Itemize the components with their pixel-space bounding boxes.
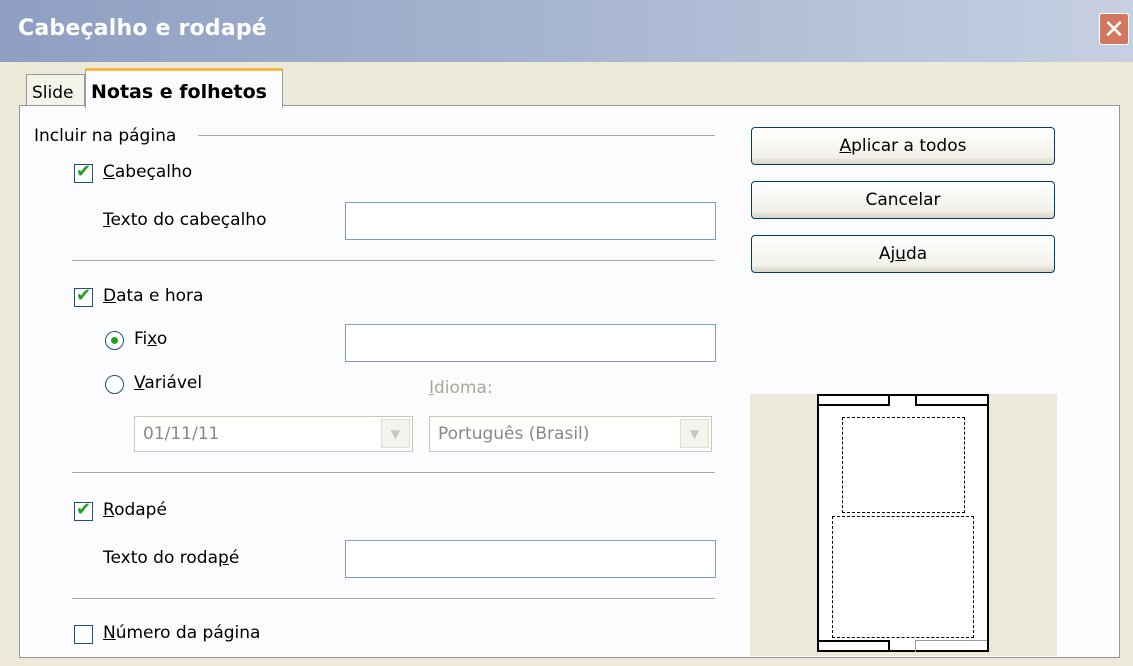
fixed-date-input[interactable]	[345, 324, 716, 362]
apply-to-all-button[interactable]: Aplicar a todos	[751, 127, 1055, 165]
date-format-value: 01/11/11	[143, 424, 220, 444]
language-value: Português (Brasil)	[438, 424, 590, 444]
language-select[interactable]: Português (Brasil) ▼	[429, 416, 712, 452]
footer-checkbox-label: Rodapé	[103, 500, 167, 520]
radio-dot-icon	[111, 337, 118, 344]
preview-header-right	[915, 396, 987, 406]
preview-footer-left	[819, 640, 890, 652]
chevron-down-icon[interactable]: ▼	[381, 419, 410, 448]
preview-header-left	[819, 396, 890, 406]
datetime-checkbox[interactable]: ✔	[74, 285, 93, 307]
tab-notes-handouts[interactable]: Notas e folhetos	[85, 68, 283, 108]
window-title: Cabeçalho e rodapé	[18, 16, 267, 41]
page-number-checkbox[interactable]	[74, 625, 93, 644]
tab-slide[interactable]: Slide	[26, 74, 85, 108]
header-text-label: Texto do cabeçalho	[103, 210, 267, 230]
fixed-radio-label: Fixo	[134, 329, 168, 349]
check-icon: ✔	[76, 499, 92, 520]
preview-page-number	[915, 640, 987, 652]
divider	[72, 472, 715, 474]
preview-notes-area	[832, 516, 974, 638]
cancel-button[interactable]: Cancelar	[751, 181, 1055, 219]
layout-preview	[750, 394, 1057, 656]
footer-text-input[interactable]	[345, 540, 716, 578]
divider	[72, 260, 715, 262]
chevron-down-icon[interactable]: ▼	[680, 419, 709, 448]
title-bar: Cabeçalho e rodapé ✕	[0, 0, 1133, 62]
close-icon[interactable]: ✕	[1099, 13, 1129, 45]
variable-radio-label: Variável	[134, 373, 203, 393]
section-divider	[198, 135, 715, 137]
section-label: Incluir na página	[34, 126, 177, 146]
header-checkbox-label: Cabeçalho	[103, 162, 193, 182]
language-label: Idioma:	[429, 378, 493, 398]
footer-checkbox[interactable]: ✔	[74, 499, 93, 521]
fixed-radio[interactable]	[105, 331, 124, 350]
divider	[72, 598, 715, 600]
header-checkbox[interactable]: ✔	[74, 161, 93, 183]
date-format-select[interactable]: 01/11/11 ▼	[134, 416, 413, 452]
preview-slide-area	[842, 417, 965, 513]
check-icon: ✔	[76, 285, 92, 306]
check-icon: ✔	[76, 161, 92, 182]
header-text-input[interactable]	[345, 202, 716, 240]
datetime-checkbox-label: Data e hora	[103, 286, 204, 306]
footer-text-label: Texto do rodapé	[103, 548, 240, 568]
preview-page	[817, 394, 989, 652]
page-number-checkbox-label: Número da página	[103, 623, 261, 643]
variable-radio[interactable]	[105, 375, 124, 394]
help-button[interactable]: Ajuda	[751, 235, 1055, 273]
tab-row: Slide Notas e folhetos	[0, 62, 1133, 108]
